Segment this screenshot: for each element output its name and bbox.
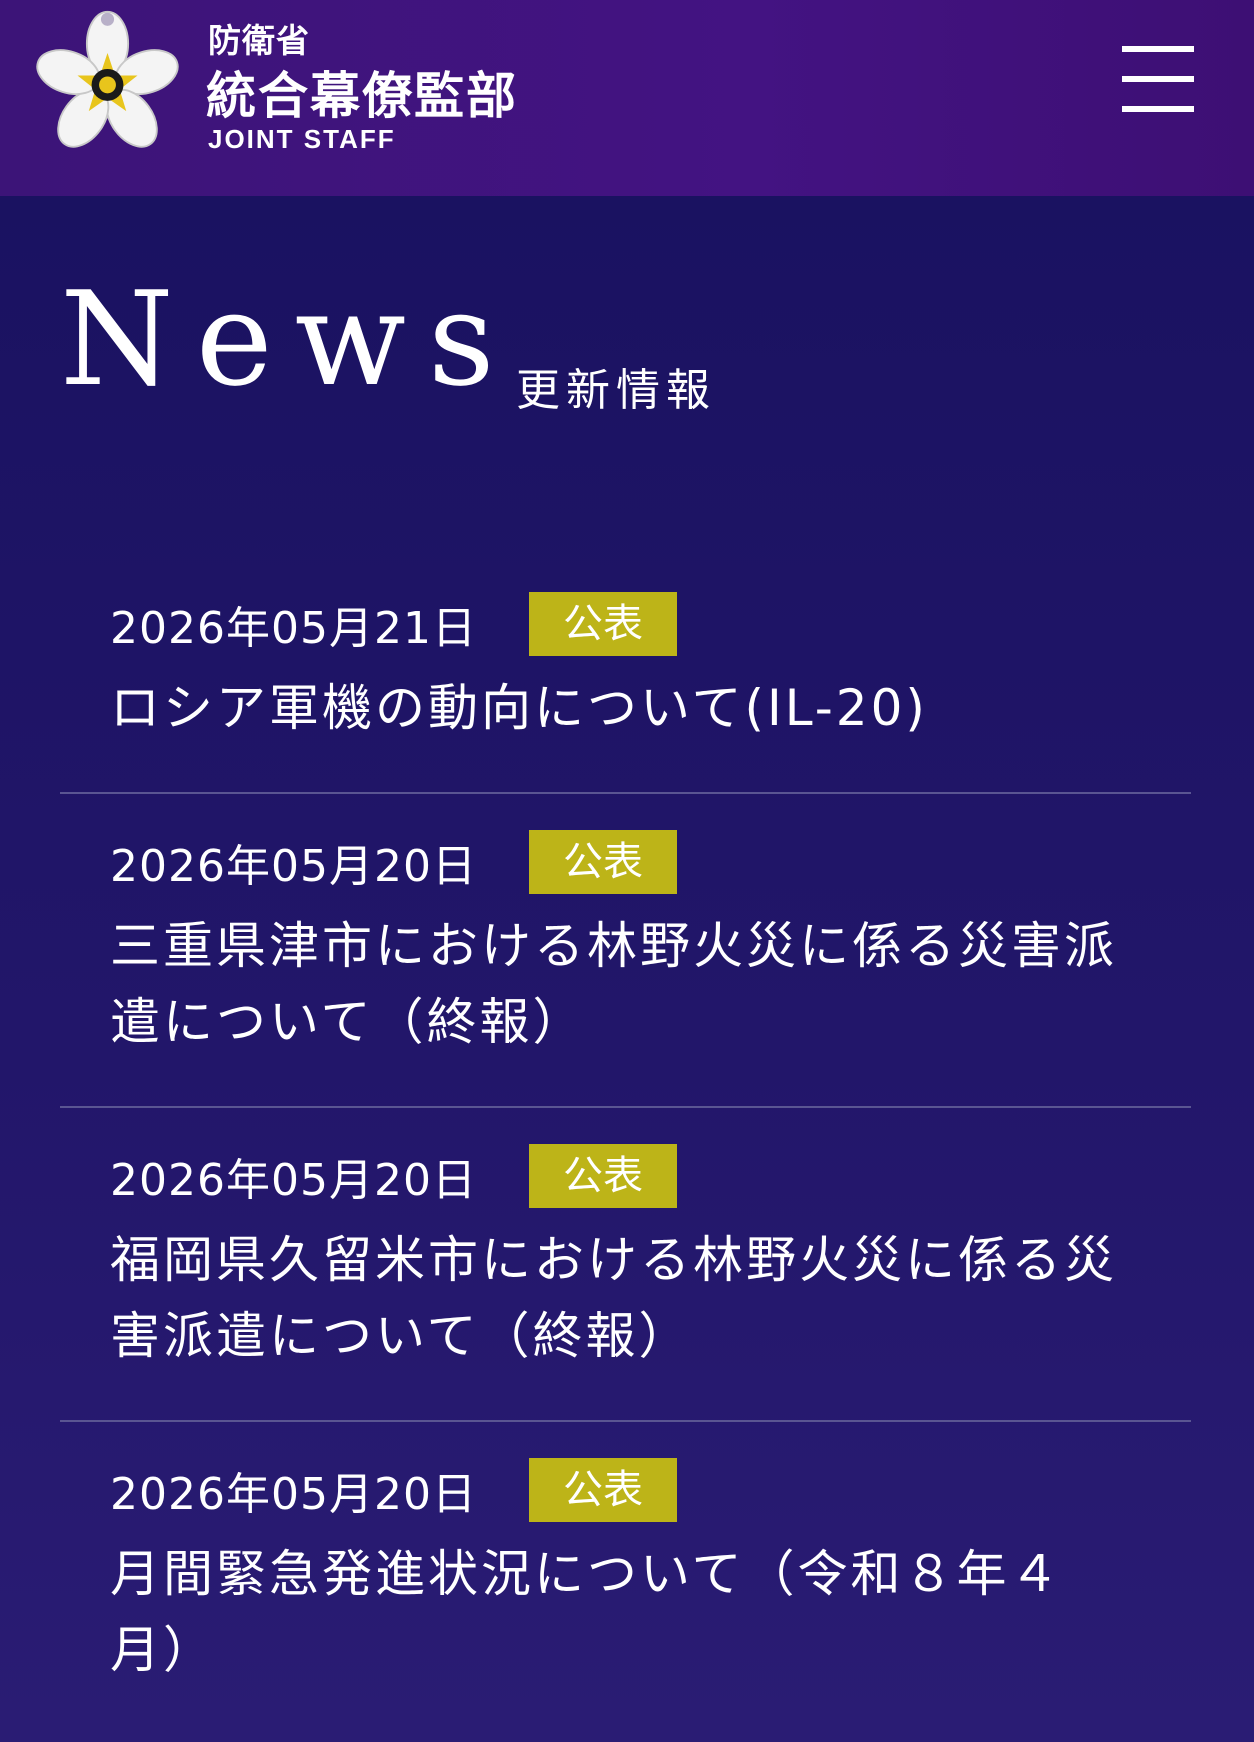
section-title: News bbox=[60, 263, 517, 415]
news-title-link[interactable]: 月間緊急発進状況について（令和８年４月） bbox=[110, 1536, 1120, 1688]
category-badge: 公表 bbox=[528, 830, 677, 894]
site-header: 防衛省 統合幕僚監部 JOINT STAFF bbox=[0, 0, 1254, 196]
news-date: 2026年05月20日 bbox=[110, 1469, 477, 1520]
menu-bar bbox=[1122, 106, 1194, 112]
news-title-link[interactable]: ロシア軍機の動向について(IL-20) bbox=[110, 670, 1120, 746]
organization-english-name: JOINT STAFF bbox=[208, 124, 396, 154]
organization-name[interactable]: 統合幕僚監部 bbox=[206, 56, 518, 128]
category-badge: 公表 bbox=[528, 1458, 677, 1522]
news-date: 2026年05月20日 bbox=[110, 841, 477, 892]
news-title-link[interactable]: 福岡県久留米市における林野火災に係る災害派遣について（終報） bbox=[110, 1222, 1120, 1374]
news-section: News 更新情報 2026年05月21日 公表 ロシア軍機の動向について(IL… bbox=[0, 196, 1254, 1742]
news-item[interactable]: 2026年05月20日 公表 月間緊急発進状況について（令和８年４月） bbox=[60, 1422, 1191, 1734]
menu-bar bbox=[1122, 46, 1194, 52]
section-subtitle: 更新情報 bbox=[516, 365, 716, 416]
news-item[interactable]: 2026年05月20日 公表 福岡県久留米市における林野火災に係る災害派遣につい… bbox=[60, 1108, 1191, 1422]
category-badge: 公表 bbox=[528, 592, 677, 656]
news-item[interactable]: 2026年05月20日 公表 三重県津市における林野火災に係る災害派遣について（… bbox=[60, 794, 1191, 1108]
ministry-name: 防衛省 bbox=[208, 21, 310, 60]
cherry-blossom-emblem-icon[interactable] bbox=[30, 8, 185, 158]
news-date: 2026年05月20日 bbox=[110, 1155, 477, 1206]
category-badge: 公表 bbox=[528, 1144, 677, 1208]
news-list: 2026年05月21日 公表 ロシア軍機の動向について(IL-20) 2026年… bbox=[60, 556, 1191, 1734]
news-item[interactable]: 2026年05月21日 公表 ロシア軍機の動向について(IL-20) bbox=[60, 556, 1191, 794]
news-date: 2026年05月21日 bbox=[110, 603, 477, 654]
menu-bar bbox=[1122, 76, 1194, 82]
news-title-link[interactable]: 三重県津市における林野火災に係る災害派遣について（終報） bbox=[110, 908, 1120, 1060]
hamburger-menu-icon[interactable] bbox=[1110, 44, 1196, 120]
